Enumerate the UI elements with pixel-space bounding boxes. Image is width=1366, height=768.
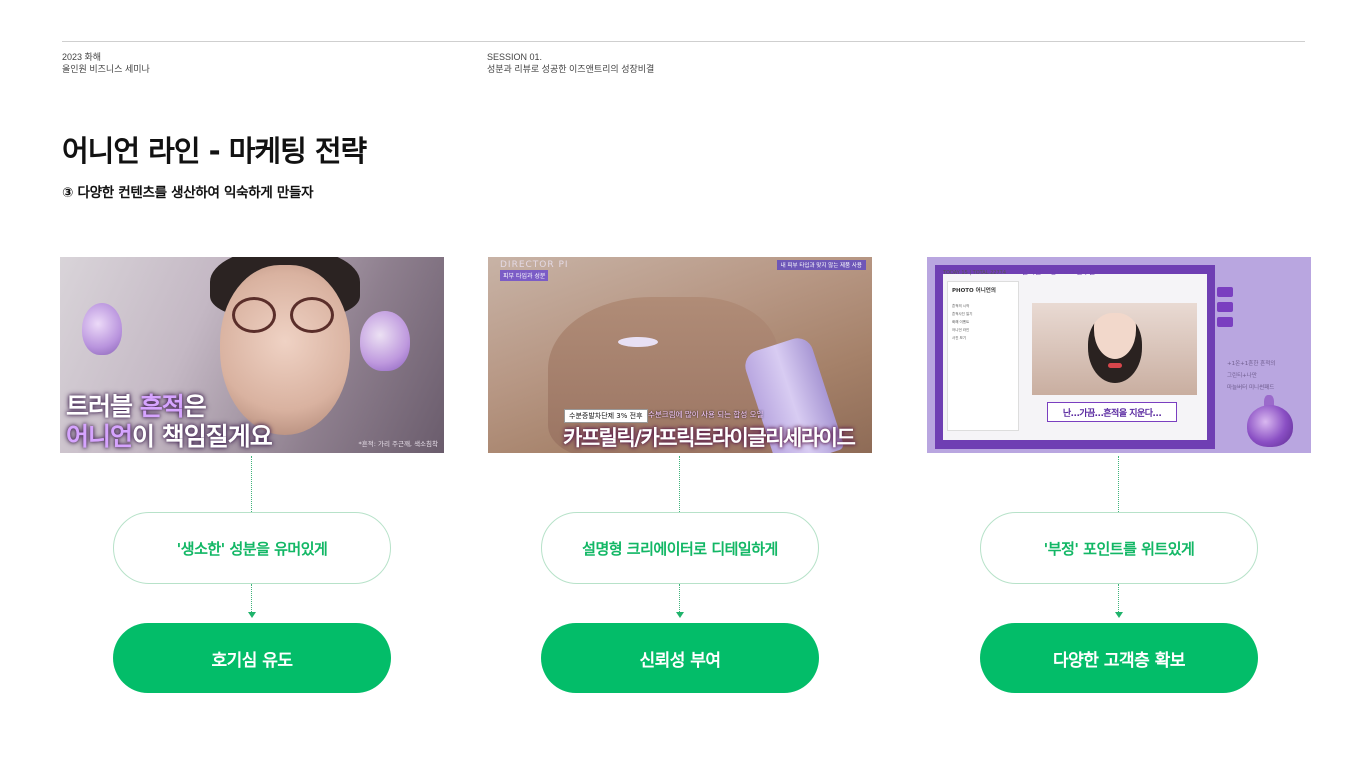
- top-divider: [62, 41, 1305, 42]
- thumbnail-caption: 카프릴릭/카프릭트라이글리세라이드: [563, 426, 856, 450]
- person-face: [220, 265, 350, 435]
- glasses-icon: [232, 297, 276, 333]
- sidebar-item: 흔적의 시작: [952, 304, 970, 308]
- side-note: +1온+1흔한 흔적의: [1227, 361, 1276, 367]
- sidebar-item: 사진 보기: [952, 336, 966, 340]
- onion-icon: [360, 311, 410, 371]
- dotted-connector: [1118, 456, 1119, 512]
- page-title: 어니언 라인 - 마케팅 전략: [62, 134, 367, 168]
- blog-tab-button: [1217, 317, 1233, 327]
- event-label: 2023 화해 올인원 비즈니스 세미나: [62, 51, 150, 75]
- thumbnail-note: 수분크림에 많이 사용 되는 합성 오일: [648, 410, 764, 419]
- photo-caption: 난…가끔…흔적을 지운다…: [1047, 402, 1177, 422]
- blog-tab-button: [1217, 287, 1233, 297]
- glasses-icon: [290, 297, 334, 333]
- thumbnail-note: 수분증발차단제 3% 전후: [564, 409, 648, 423]
- blog-title: 흔적일드 @l∙o∙l 친구들~: [1022, 268, 1102, 276]
- channel-tag: 피부 타입과 성분: [500, 270, 549, 281]
- dotted-connector: [679, 584, 680, 614]
- person-face: [1088, 313, 1142, 383]
- session-number: SESSION 01.: [487, 52, 543, 62]
- video-thumbnail-explainer: DIRECTOR PI 피부 타입과 성분 내 피부 타입과 맞지 않는 제품 …: [488, 257, 872, 453]
- session-title: 성분과 리뷰로 성공한 이즈앤트리의 성장비결: [487, 64, 655, 74]
- sidebar-title: PHOTO 어니언의: [952, 288, 996, 294]
- dotted-connector: [251, 456, 252, 512]
- thumbnail-footnote: *흔적: 가리 주근깨, 색소침착: [358, 440, 439, 448]
- strategy-column-2: DIRECTOR PI 피부 타입과 성분 내 피부 타입과 맞지 않는 제품 …: [488, 257, 872, 697]
- page-subtitle: ③ 다양한 컨텐츠를 생산하여 익숙하게 만들자: [62, 185, 314, 201]
- video-thumbnail-humor: 트러블 흔적은 어니언이 책임질게요 *흔적: 가리 주근깨, 색소침착: [60, 257, 444, 453]
- cream-swatch: [618, 337, 658, 347]
- arrow-down-icon: [1115, 612, 1123, 618]
- result-pill: 신뢰성 부여: [541, 623, 819, 693]
- event-name: 올인원 비즈니스 세미나: [62, 64, 150, 74]
- topic-tag: 내 피부 타입과 맞지 않는 제품 사용: [776, 260, 866, 270]
- approach-pill: 설명형 크리에이터로 디테일하게: [541, 512, 819, 584]
- blog-photo: [1032, 303, 1197, 395]
- side-note: 마늘버터 미니썬패드: [1227, 385, 1275, 391]
- side-note: 그린티+나만: [1227, 373, 1257, 379]
- result-pill: 다양한 고객층 확보: [980, 623, 1258, 693]
- arrow-down-icon: [248, 612, 256, 618]
- dotted-connector: [679, 456, 680, 512]
- blog-screenshot-wit: TODAY 15 | TOTAL 22774 흔적일드 @l∙o∙l 친구들~ …: [927, 257, 1311, 453]
- onion-icon: [82, 303, 122, 355]
- sidebar-item: 화해 이벤트: [952, 320, 970, 324]
- thumbnail-caption-line2: 어니언이 책임질게요: [66, 422, 273, 451]
- onion-icon: [1247, 405, 1293, 447]
- arrow-down-icon: [676, 612, 684, 618]
- session-label: SESSION 01. 성분과 리뷰로 성공한 이즈앤트리의 성장비결: [487, 51, 654, 75]
- strategy-column-3: TODAY 15 | TOTAL 22774 흔적일드 @l∙o∙l 친구들~ …: [927, 257, 1311, 697]
- person-lips: [1108, 363, 1122, 368]
- blog-visitor-count: TODAY 15 | TOTAL 22774: [943, 270, 1007, 276]
- blog-tab-button: [1217, 302, 1233, 312]
- result-pill: 호기심 유도: [113, 623, 391, 693]
- sidebar-item: 어니언 라인: [952, 328, 970, 332]
- blog-sidebar: PHOTO 어니언의 흔적의 시작 흔적사진 일기 화해 이벤트 어니언 라인 …: [947, 281, 1019, 431]
- dotted-connector: [1118, 584, 1119, 614]
- channel-brand: DIRECTOR PI: [500, 260, 569, 270]
- dotted-connector: [251, 584, 252, 614]
- strategy-column-1: 트러블 흔적은 어니언이 책임질게요 *흔적: 가리 주근깨, 색소침착 '생소…: [60, 257, 444, 697]
- approach-pill: '생소한' 성분을 유머있게: [113, 512, 391, 584]
- sidebar-item: 흔적사진 일기: [952, 312, 973, 316]
- event-year: 2023 화해: [62, 52, 102, 62]
- approach-pill: '부정' 포인트를 위트있게: [980, 512, 1258, 584]
